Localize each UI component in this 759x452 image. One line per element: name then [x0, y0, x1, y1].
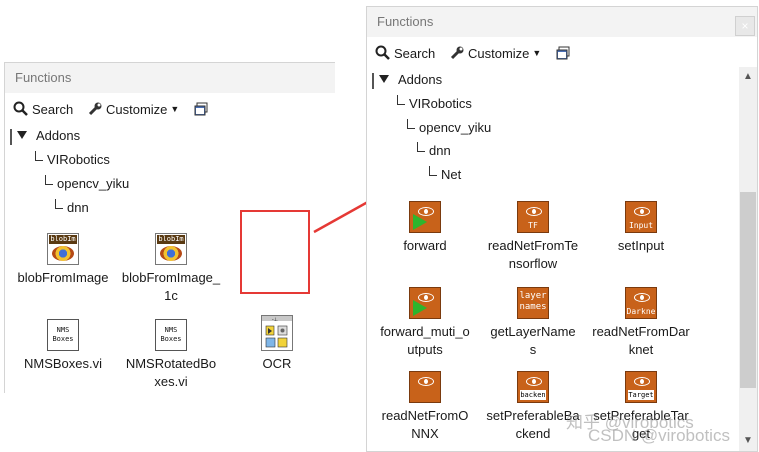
tree-elbow [397, 95, 405, 105]
palette-item-forward-muti-outputs[interactable]: forward_muti_outputs [371, 287, 479, 359]
search-icon [375, 45, 390, 60]
icon-text: Darkne [626, 307, 656, 316]
target-icon: Target [625, 371, 657, 403]
tf-icon: TF [517, 201, 549, 233]
right-palette-toolbar: Search Customize ▼ [367, 37, 757, 67]
chevron-down-icon: ▼ [532, 48, 542, 58]
icon-text: TF [528, 221, 538, 230]
palette-item-label: readNetFromDarknet [592, 324, 690, 357]
close-icon[interactable]: × [735, 16, 755, 36]
expand-triangle-icon [379, 75, 389, 83]
icon-text: backen [520, 390, 546, 400]
watermark-csdn: CSDN @virobotics [588, 426, 730, 445]
tree-label: dnn [429, 142, 451, 158]
right-tree-net[interactable]: Net [429, 164, 461, 184]
icon-text: Target [628, 390, 654, 400]
tree-elbow [407, 119, 415, 129]
icon-text: layer names [519, 291, 547, 312]
tree-label: Net [441, 166, 462, 182]
run-icon [409, 287, 441, 319]
palette-item-forward[interactable]: forward [371, 201, 479, 255]
wrench-icon [450, 46, 464, 60]
right-search-label: Search [394, 45, 436, 61]
palette-item-label: readNetFromONNX [381, 408, 469, 441]
palette-item-setinput[interactable]: Input setInput [587, 201, 695, 255]
tree-label: Addons [398, 71, 443, 87]
backend-icon: backen [517, 371, 549, 403]
right-functions-palette: Functions × Search Customize ▼ Addons VI… [366, 6, 758, 452]
palette-item-readnetfromtensorflow[interactable]: TF readNetFromTensorflow [479, 201, 587, 273]
tree-elbow [429, 166, 437, 176]
right-tree-dnn[interactable]: dnn [417, 140, 451, 160]
input-icon: Input [625, 201, 657, 233]
palette-item-label: forward [403, 238, 447, 253]
palette-item-readnetfromonnx[interactable]: readNetFromONNX [371, 371, 479, 443]
right-tree-opencv[interactable]: opencv_yiku [407, 117, 491, 137]
scroll-up-arrow-icon[interactable]: ▲ [742, 71, 754, 83]
right-palette-title: Functions [377, 14, 434, 29]
right-palette-title-bar: Functions × [367, 7, 757, 37]
right-window-button[interactable] [555, 44, 571, 62]
darknet-icon: Darkne [625, 287, 657, 319]
onnx-icon [409, 371, 441, 403]
palette-item-getlayernames[interactable]: layer names getLayerNames [479, 287, 587, 359]
run-icon [409, 201, 441, 233]
scroll-down-arrow-icon[interactable]: ▼ [742, 435, 754, 447]
tree-marker [372, 73, 374, 89]
palette-item-readnetfromdarknet[interactable]: Darkne readNetFromDarknet [587, 287, 695, 359]
right-customize-label: Customize [468, 45, 530, 61]
right-tree-addons[interactable]: Addons [379, 69, 442, 89]
right-customize-button[interactable]: Customize ▼ [449, 44, 541, 62]
palette-item-label: getLayerNames [490, 324, 576, 357]
icon-text: Input [628, 221, 654, 230]
palette-item-label: readNetFromTensorflow [487, 238, 579, 271]
tree-label: opencv_yiku [419, 119, 492, 135]
right-tree-virobotics[interactable]: VIRobotics [397, 93, 472, 113]
window-stack-icon [556, 46, 570, 60]
right-search-button[interactable]: Search [375, 44, 435, 62]
tree-elbow [417, 142, 425, 152]
layer-names-icon: layer names [517, 287, 549, 319]
tree-label: VIRobotics [409, 95, 472, 111]
palette-item-label: setInput [617, 238, 665, 253]
palette-item-label: forward_muti_outputs [380, 324, 470, 357]
scrollbar-thumb[interactable] [740, 192, 756, 388]
